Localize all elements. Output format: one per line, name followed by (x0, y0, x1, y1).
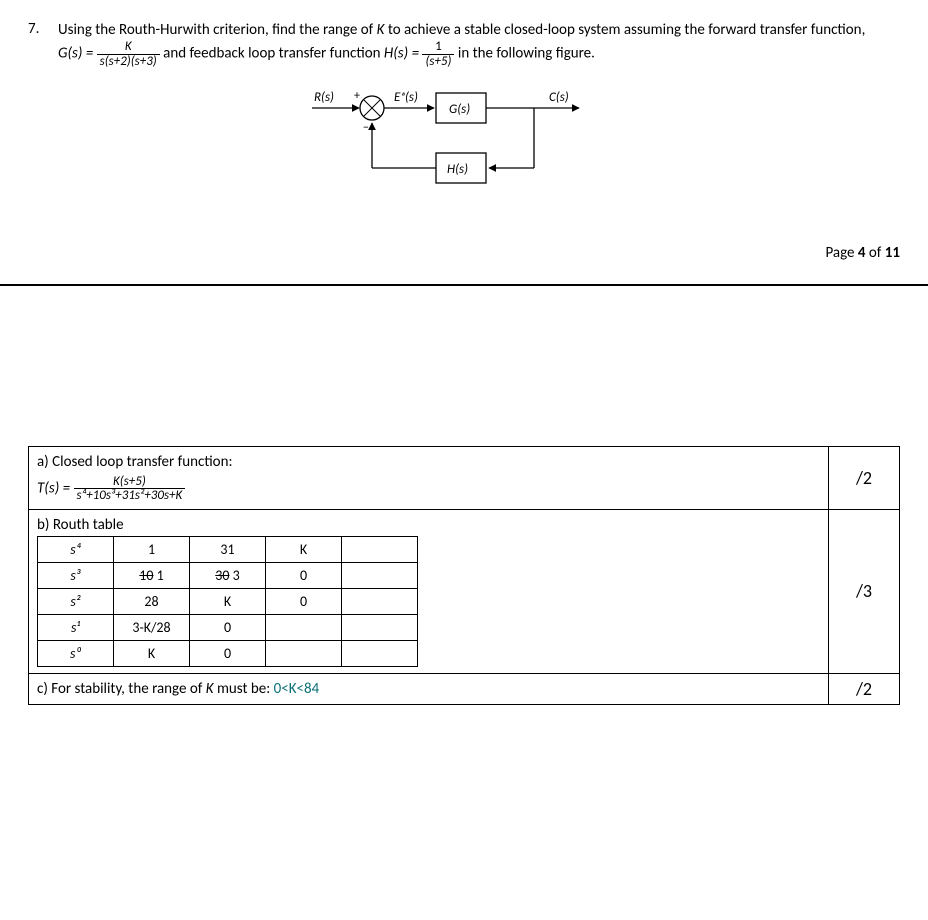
table-row: s¹ 3-K/28 0 (38, 614, 418, 640)
q-mid2: and feedback loop transfer function (163, 45, 384, 63)
g-den: s(s+2)(s+3) (97, 55, 160, 69)
part-b-title: b) Routh table (37, 516, 820, 534)
divider (0, 284, 928, 286)
c-mid: must be: (217, 680, 274, 698)
part-b-cell: b) Routh table s⁴ 1 31 K s³ 10 1 30 3 0 (29, 510, 828, 673)
page-number: Page 4 of 11 (28, 244, 900, 262)
h-den: (s+5) (422, 55, 454, 69)
h-num: 1 (422, 40, 454, 55)
page-tot: 11 (885, 244, 900, 262)
part-b-row: b) Routh table s⁴ 1 31 K s³ 10 1 30 3 0 (29, 509, 899, 673)
sum-plus: + (354, 89, 360, 103)
h-fraction: 1 (s+5) (422, 40, 454, 68)
rc: K (266, 536, 342, 562)
routh-table: s⁴ 1 31 K s³ 10 1 30 3 0 s² 28 K (37, 536, 418, 667)
g-num: K (97, 40, 160, 55)
rc: K (114, 640, 190, 666)
part-c-score: /2 (828, 674, 899, 704)
block-diagram: R(s) + − Eₐ(s) G(s) C(s) H(s) (28, 83, 900, 208)
c-k: K (206, 680, 214, 698)
rc (342, 640, 418, 666)
strike-30: 30 (215, 567, 229, 584)
label-ea: Eₐ(s) (394, 90, 418, 105)
part-a-cell: a) Closed loop transfer function: T(s) =… (29, 447, 828, 509)
rh-s2: s² (38, 588, 114, 614)
rh-s1: s¹ (38, 614, 114, 640)
g-fraction: K s(s+2)(s+3) (97, 40, 160, 68)
table-row: s⁴ 1 31 K (38, 536, 418, 562)
q-kvar: K (377, 21, 385, 39)
label-h: H(s) (447, 162, 468, 177)
c-answer: 0<K<84 (274, 680, 320, 698)
tfn-lhs: T(s) = (37, 479, 74, 497)
table-row: s⁰ K 0 (38, 640, 418, 666)
page-pre: Page (825, 244, 857, 262)
page-cur: 4 (858, 244, 866, 262)
question-text: Using the Routh-Hurwith criterion, find … (58, 20, 900, 69)
label-r: R(s) (314, 90, 334, 105)
rc: 1 (114, 536, 190, 562)
rc: 10 1 (114, 562, 190, 588)
table-row: s² 28 K 0 (38, 588, 418, 614)
rc (266, 614, 342, 640)
question-number: 7. (28, 20, 50, 69)
part-c-row: c) For stability, the range of K must be… (29, 673, 899, 704)
rc: K (190, 588, 266, 614)
label-c: C(s) (549, 90, 569, 105)
rc (342, 536, 418, 562)
part-a-row: a) Closed loop transfer function: T(s) =… (29, 447, 899, 509)
h-lhs: H(s) = (384, 45, 423, 63)
rc (266, 640, 342, 666)
part-c-cell: c) For stability, the range of K must be… (29, 674, 828, 704)
rc (342, 562, 418, 588)
rh-s3: s³ (38, 562, 114, 588)
question-block: 7. Using the Routh-Hurwith criterion, fi… (28, 20, 900, 69)
sum-minus: − (363, 121, 369, 135)
q-mid1: to achieve a stable closed-loop system a… (388, 21, 866, 39)
label-g: G(s) (449, 102, 470, 117)
rc (342, 614, 418, 640)
rh-s0: s⁰ (38, 640, 114, 666)
tfn-num: K(s+5) (74, 475, 186, 490)
rc: 3-K/28 (114, 614, 190, 640)
c-pre: c) For stability, the range of (37, 680, 206, 698)
part-b-score: /3 (828, 510, 899, 673)
strike-10: 10 (139, 567, 153, 584)
page-of: of (866, 244, 885, 262)
answer-table: a) Closed loop transfer function: T(s) =… (28, 446, 900, 705)
part-a-title: a) Closed loop transfer function: (37, 453, 820, 471)
rc: 0 (190, 640, 266, 666)
rc: 28 (114, 588, 190, 614)
rc: 0 (266, 562, 342, 588)
rc: 0 (266, 588, 342, 614)
tfn-den: s⁴+10s³+31s²+30s+K (74, 489, 186, 503)
rc (342, 588, 418, 614)
q-pre: Using the Routh-Hurwith criterion, find … (58, 21, 377, 39)
rc: 30 3 (190, 562, 266, 588)
rc: 31 (190, 536, 266, 562)
rh-s4: s⁴ (38, 536, 114, 562)
table-row: s³ 10 1 30 3 0 (38, 562, 418, 588)
part-a-score: /2 (828, 447, 899, 509)
q-tail: in the following figure. (458, 45, 595, 63)
rc: 0 (190, 614, 266, 640)
tfn-frac: K(s+5) s⁴+10s³+31s²+30s+K (74, 475, 186, 503)
g-lhs: G(s) = (58, 45, 97, 63)
